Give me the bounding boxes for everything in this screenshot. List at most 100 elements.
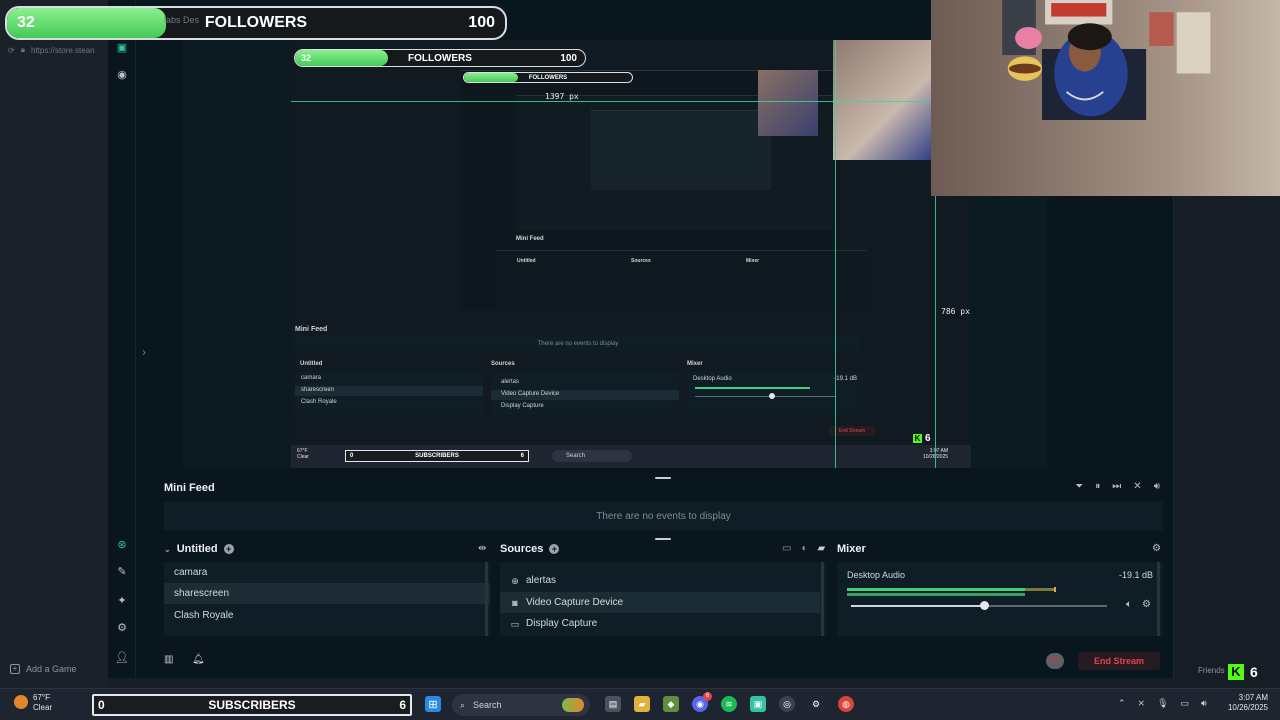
spotify-icon[interactable]: ≋ [721, 696, 737, 712]
nested2-followers-label: FOLLOWERS [528, 74, 568, 81]
add-game-button[interactable]: + Add a Game [10, 664, 77, 674]
file-explorer-icon[interactable]: ▰ [634, 696, 650, 712]
record-playback-icon[interactable]: ◉ [115, 67, 129, 81]
dock-resize-handle[interactable] [655, 477, 671, 479]
refresh-icon[interactable]: ⟳ [8, 46, 15, 55]
scene-item-selected[interactable]: sharescreen [164, 583, 490, 604]
folder-icon[interactable]: ▰ [818, 543, 826, 554]
themes-icon[interactable]: ✎ [115, 564, 129, 578]
scene-label: Clash Royale [174, 610, 234, 621]
task-view-icon[interactable]: ▤ [605, 696, 621, 712]
add-scene-icon[interactable]: + [223, 544, 234, 554]
camera-icon: ◙ [512, 597, 518, 608]
search-highlight-icon [562, 698, 584, 712]
windows-start-icon[interactable]: ⊞ [425, 696, 441, 712]
nested-scene-item: camara [301, 375, 322, 381]
streamlabs-icon[interactable]: ▣ [750, 696, 766, 712]
mini-feed-title: Mini Feed [164, 482, 215, 494]
nested-sources-title: Sources [491, 361, 515, 367]
audio-meter-warn [1025, 588, 1055, 591]
end-stream-button[interactable]: End Stream [1078, 652, 1160, 670]
nested-preview-capture: 32 FOLLOWERS 100 FOLLOWERS Mini Feed Unt… [291, 40, 971, 468]
chevron-right-icon[interactable]: › [142, 345, 146, 359]
subscribers-label: SUBSCRIBERS [208, 698, 296, 712]
app-store-icon[interactable]: ⊛ [115, 537, 129, 551]
alignment-guide-horizontal [291, 101, 971, 102]
microphone-icon[interactable]: 🎙︎ [1157, 698, 1168, 709]
steam-url-bar[interactable]: ⟳ 🔒︎ https://store.stean [8, 45, 95, 55]
webcam-overlay [931, 0, 1280, 196]
volume-icon[interactable]: 🔊︎ [1154, 481, 1160, 492]
editor-icon[interactable]: ▣ [115, 40, 129, 54]
scene-collection-title[interactable]: Untitled [177, 543, 218, 555]
channel-settings-icon[interactable]: ⚙ [1142, 599, 1151, 610]
speaker-icon[interactable]: 🔈︎ [1126, 599, 1132, 610]
scenes-header: ⌄ Untitled + [164, 543, 234, 555]
nested-sub-label: SUBSCRIBERS [415, 453, 459, 459]
filter-icon[interactable]: ⏷ [1075, 481, 1083, 492]
side-rail: ▣ ◉ ⊛ ✎ ✦ ⚙ 👤︎ [108, 0, 136, 678]
chevron-down-icon[interactable]: ⌄ [164, 545, 171, 554]
kick-logo-icon: K [1228, 664, 1244, 680]
chevron-up-icon[interactable]: ⌃ [1118, 698, 1126, 709]
dock-resize-handle[interactable] [655, 538, 671, 540]
network-off-icon[interactable]: ⨯ [1138, 698, 1146, 709]
steam-icon[interactable]: ⚙ [808, 696, 824, 712]
source-filter-icon[interactable]: ◐ [801, 543, 807, 554]
pause-icon[interactable]: ⏸ [1095, 481, 1100, 492]
nested-weather: 67°F Clear [297, 448, 309, 460]
mute-alerts-icon[interactable]: ✕ [1133, 481, 1141, 492]
nested-scenes-title: Untitled [300, 361, 323, 367]
source-item[interactable]: ▭ Display Capture [500, 613, 826, 634]
transitions-icon[interactable]: ⇹ [478, 543, 486, 554]
volume-slider-knob[interactable] [980, 601, 989, 610]
mixer-header: Mixer [837, 543, 866, 555]
bell-icon[interactable]: 🔔︎ [192, 654, 205, 665]
nested-source-item: Display Capture [501, 403, 544, 409]
source-properties-icon[interactable]: ▭ [782, 543, 791, 554]
lock-icon: 🔒︎ [20, 45, 25, 54]
nested-mixer-level: -19.1 dB [834, 376, 857, 382]
display-icon[interactable]: ▭ [1181, 698, 1190, 709]
mixer-panel: Desktop Audio -19.1 dB 🔈︎ ⚙ [837, 562, 1163, 636]
source-item[interactable]: ⊕ alertas [500, 570, 826, 591]
source-label: alertas [526, 575, 557, 586]
weather-widget[interactable]: 67°F Clear [33, 693, 52, 713]
scrollbar[interactable] [485, 562, 488, 636]
scene-item[interactable]: Clash Royale [164, 605, 490, 626]
sources-title: Sources [500, 543, 544, 555]
settings-icon[interactable]: ⚙ [115, 620, 129, 634]
obs-icon[interactable]: ◎ [779, 696, 795, 712]
stats-icon[interactable]: ▥ [164, 654, 173, 665]
nested-mini-feed-empty: There are no events to display [295, 336, 861, 351]
taskbar-search[interactable]: ⌕ Search [452, 694, 590, 716]
alignment-guide-vertical [835, 40, 836, 468]
minecraft-icon[interactable]: ◆ [663, 696, 679, 712]
scene-item[interactable]: camara [164, 562, 490, 583]
nested2-followers-bar: FOLLOWERS [463, 72, 633, 83]
chrome-icon[interactable]: ◍ [838, 696, 854, 712]
audio-level-db: -19.1 dB [1118, 570, 1153, 580]
steam-url-text: https://store.stean [30, 45, 95, 55]
nested-mixer-box: Desktop Audio -19.1 dB [687, 372, 863, 414]
source-label: Video Capture Device [526, 597, 624, 608]
add-game-label: Add a Game [26, 664, 77, 674]
volume-tray-icon[interactable]: 🔊︎ [1201, 698, 1207, 709]
source-item-selected[interactable]: ◙ Video Capture Device [500, 592, 820, 613]
weather-icon[interactable] [14, 695, 28, 709]
mixer-settings-icon[interactable]: ⚙ [1152, 543, 1161, 554]
taskbar-clock[interactable]: 3:07 AM 10/26/2025 [1224, 693, 1268, 713]
profile-icon[interactable]: 👤︎ [115, 650, 129, 664]
add-source-icon[interactable]: + [549, 544, 560, 554]
nested2-docks [496, 250, 866, 310]
scrollbar[interactable] [1157, 562, 1160, 636]
stream-preview[interactable]: 32 FOLLOWERS 100 FOLLOWERS Mini Feed Unt… [183, 40, 1047, 468]
highlighter-icon[interactable]: ✦ [115, 593, 129, 607]
scrollbar[interactable] [821, 562, 824, 636]
record-button[interactable]: REC [1046, 653, 1064, 669]
webcam-scene [1002, 0, 1211, 120]
record-label: REC [1048, 658, 1062, 664]
nested-scenes-box: camara sharescreen Clash Royale [295, 372, 483, 414]
skip-icon[interactable]: ⏭ [1112, 481, 1121, 492]
steam-friends-link[interactable]: Friends [1198, 666, 1225, 675]
